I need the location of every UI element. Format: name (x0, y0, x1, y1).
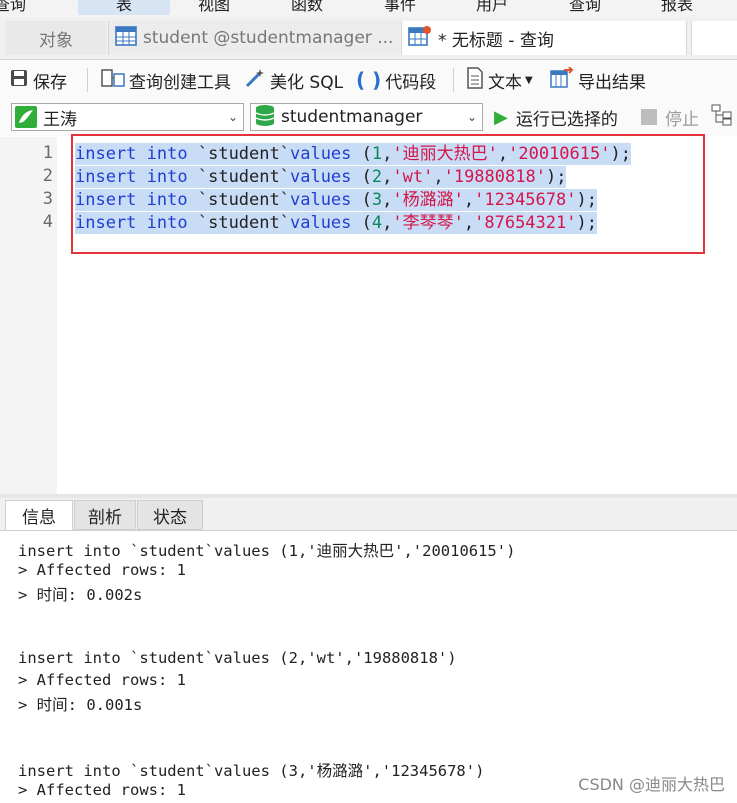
stop-label: 停止 (665, 109, 699, 130)
query-table-icon (408, 25, 432, 52)
toolbar-divider (87, 68, 88, 92)
query-builder-button[interactable]: 查询创建工具 (101, 67, 231, 93)
tab-status[interactable]: 状态 (137, 500, 203, 530)
connection-selector-row: 王涛 ⌄ studentmanager ⌄ ▶ 运行已选择的 停止 (0, 100, 737, 136)
document-icon (466, 66, 484, 94)
tab-info[interactable]: 信息 (5, 500, 73, 530)
tab-analyze-label: 剖析 (88, 507, 122, 528)
output-line: > Affected rows: 1 (18, 561, 186, 579)
stop-button[interactable]: 停止 (641, 104, 699, 130)
watermark: CSDN @迪丽大热巴 (578, 775, 725, 794)
chevron-down-icon: ⌄ (466, 110, 478, 124)
save-button[interactable]: 保存 (9, 67, 67, 93)
save-label: 保存 (33, 72, 67, 93)
query-builder-label: 查询创建工具 (129, 72, 231, 93)
tab-info-label: 信息 (22, 508, 56, 528)
connection-select[interactable]: 王涛 ⌄ (11, 103, 244, 131)
code-snippet-button[interactable]: ( ) 代码段 (356, 67, 436, 93)
table-icon (115, 25, 137, 51)
output-tab-bar: 信息 剖析 状态 (0, 498, 737, 531)
connection-icon (15, 106, 37, 128)
menu-item-query-2[interactable]: 查询 (569, 0, 601, 15)
explain-button[interactable] (711, 104, 735, 130)
query-builder-icon (101, 68, 125, 93)
tab-query[interactable]: * 无标题 - 查询 (401, 21, 687, 55)
run-selected-button[interactable]: ▶ 运行已选择的 (494, 104, 618, 130)
output-line: > 时间: 0.002s (18, 586, 143, 604)
database-value: studentmanager (281, 107, 423, 127)
tab-query-label: * 无标题 - 查询 (438, 30, 554, 51)
menu-item-event[interactable]: 事件 (384, 0, 416, 15)
menu-item-report[interactable]: 报表 (661, 0, 693, 15)
menu-bar: 查询 表 视图 函数 事件 用户 查询 报表 (0, 0, 737, 17)
export-results-label: 导出结果 (578, 72, 646, 93)
parentheses-icon: ( ) (356, 68, 382, 92)
tab-objects-label: 对象 (39, 30, 73, 51)
tree-icon (711, 104, 735, 131)
export-icon (550, 65, 574, 94)
output-line: insert into `student`values (1,'迪丽大热巴','… (18, 542, 516, 560)
tab-objects[interactable]: 对象 (6, 21, 106, 55)
tab-status-label: 状态 (153, 507, 187, 528)
connection-value: 王涛 (43, 109, 77, 130)
menu-item-view[interactable]: 视图 (198, 0, 230, 15)
menu-item-table[interactable]: 表 (78, 0, 170, 15)
tab-bar: 对象 student @studentmanager ... * 无标题 - 查… (0, 17, 737, 60)
text-button[interactable]: 文本 ▼ (466, 66, 533, 94)
stop-icon (641, 109, 657, 125)
beautify-sql-button[interactable]: 美化 SQL (244, 67, 343, 93)
play-icon: ▶ (494, 106, 508, 128)
tab-blank[interactable] (691, 21, 737, 55)
database-select[interactable]: studentmanager ⌄ (250, 103, 483, 131)
line-number-gutter: 1 2 3 4 (0, 137, 57, 494)
toolbar: 保存 查询创建工具 美化 SQL ( ) 代码段 文本 ▼ 导出结果 (0, 60, 737, 100)
text-label: 文本 (488, 72, 522, 93)
database-icon (255, 104, 275, 131)
toolbar-divider (453, 68, 454, 92)
magic-wand-icon (244, 68, 266, 93)
menu-item-user[interactable]: 用户 (476, 0, 508, 15)
line-number: 3 (42, 189, 53, 209)
save-icon (9, 68, 29, 93)
run-selected-label: 运行已选择的 (515, 109, 618, 130)
tab-student-label: student @studentmanager ... (143, 28, 394, 48)
chevron-down-icon: ⌄ (227, 110, 239, 124)
output-line: > Affected rows: 1 (18, 671, 186, 689)
output-line: > 时间: 0.001s (18, 696, 143, 714)
message-output: insert into `student`values (1,'迪丽大热巴','… (0, 531, 737, 803)
line-number: 4 (42, 212, 53, 232)
beautify-sql-label: 美化 SQL (270, 72, 344, 93)
line-number: 2 (42, 166, 53, 186)
export-results-button[interactable]: 导出结果 (550, 65, 646, 94)
menu-item-query[interactable]: 查询 (0, 0, 26, 15)
output-line: > Affected rows: 1 (18, 781, 186, 799)
highlight-box (71, 134, 705, 254)
tab-student-table[interactable]: student @studentmanager ... (108, 21, 400, 55)
output-line: insert into `student`values (2,'wt','198… (18, 649, 457, 667)
menu-item-function[interactable]: 函数 (291, 0, 323, 15)
tab-analyze[interactable]: 剖析 (74, 500, 136, 530)
chevron-down-icon: ▼ (525, 74, 533, 86)
output-line: insert into `student`values (3,'杨潞潞','12… (18, 762, 485, 780)
line-number: 1 (42, 143, 53, 163)
code-snippet-label: 代码段 (385, 72, 437, 93)
